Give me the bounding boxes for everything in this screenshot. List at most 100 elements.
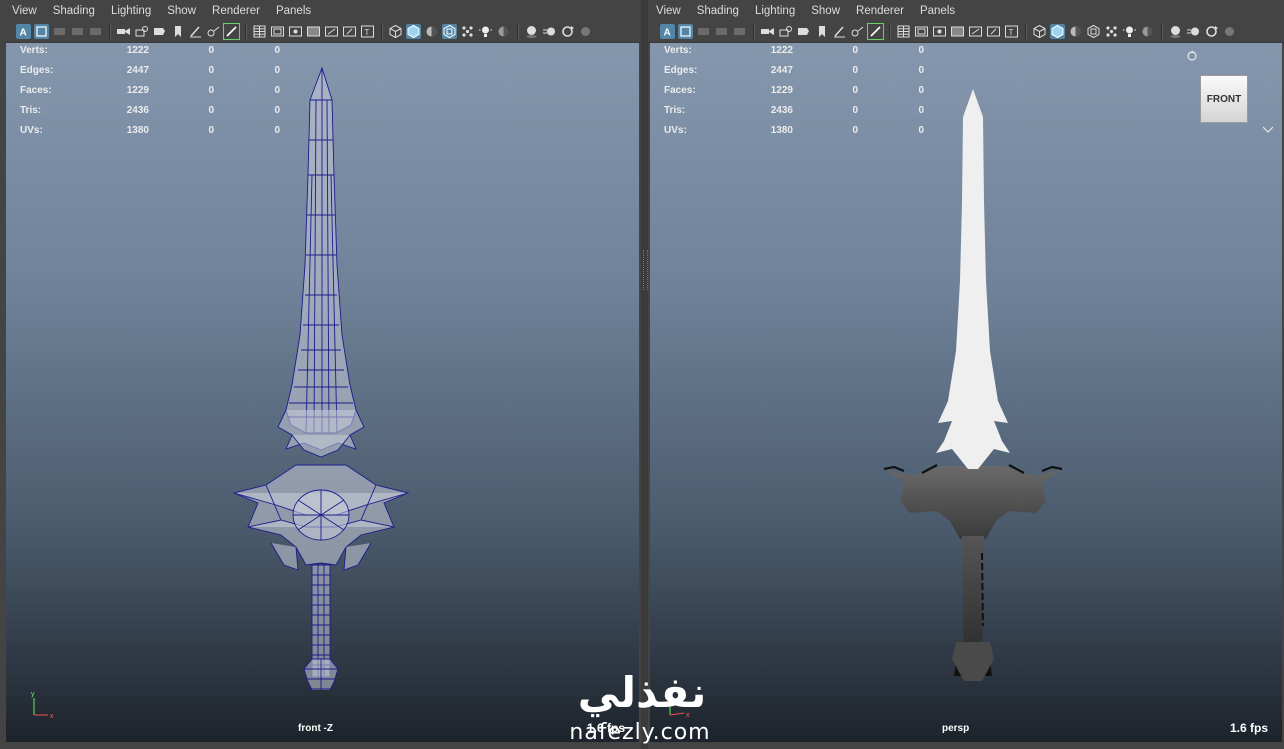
menu-panels[interactable]: Panels — [912, 2, 963, 21]
paint-effects-icon[interactable] — [867, 23, 884, 40]
depth-of-field-icon[interactable] — [578, 24, 593, 39]
viewport-persp[interactable]: Verts: 1222 0 0 Edges: 2447 0 0 Faces: 1… — [650, 43, 1282, 742]
menu-lighting[interactable]: Lighting — [103, 2, 159, 21]
viewport-front[interactable]: Verts: 1222 0 0 Edges: 2447 0 0 Faces: 1… — [6, 43, 639, 742]
light-bulb-icon[interactable] — [478, 24, 493, 39]
viewcube-front[interactable]: FRONT — [1200, 75, 1248, 123]
ambient-occlusion-icon[interactable] — [524, 24, 539, 39]
hud-row-verts: Verts: 1222 0 0 — [664, 45, 924, 59]
depth-of-field-icon[interactable] — [1222, 24, 1237, 39]
field-chart-icon[interactable] — [324, 24, 339, 39]
fps-readout: 1.6 fps — [1229, 721, 1268, 735]
2d-pan-zoom-icon[interactable] — [88, 24, 103, 39]
lighting-icon[interactable] — [1068, 24, 1083, 39]
panel-menubar: View Shading Lighting Show Renderer Pane… — [648, 2, 1284, 21]
safe-title-icon[interactable]: T — [1004, 24, 1019, 39]
film-gate-icon[interactable] — [152, 24, 167, 39]
sword-wireframe-model[interactable] — [226, 65, 416, 690]
camera-icon[interactable] — [116, 24, 131, 39]
select-camera-icon[interactable]: A — [660, 24, 675, 39]
camera-attributes-icon[interactable] — [34, 24, 49, 39]
panel-menubar: View Shading Lighting Show Renderer Pane… — [4, 2, 641, 21]
hud-value: 0 — [918, 45, 924, 56]
wireframe-icon[interactable] — [388, 24, 403, 39]
paint-effects-icon[interactable] — [223, 23, 240, 40]
select-camera-icon[interactable]: A — [16, 24, 31, 39]
film-gate-icon[interactable] — [796, 24, 811, 39]
2d-pan-zoom-icon[interactable] — [732, 24, 747, 39]
wireframe-icon[interactable] — [1032, 24, 1047, 39]
svg-text:x: x — [50, 713, 54, 720]
gate-mask-icon[interactable] — [950, 24, 965, 39]
sword-shaded-model[interactable] — [882, 81, 1064, 681]
hud-value: 2447 — [770, 65, 793, 76]
safe-action-icon[interactable] — [986, 24, 1001, 39]
menu-view[interactable]: View — [648, 2, 689, 21]
bookmark-flag-icon[interactable] — [170, 24, 185, 39]
watermark-url: nafezly.com — [569, 720, 711, 745]
gate-mask-icon[interactable] — [306, 24, 321, 39]
motion-blur-icon[interactable] — [1186, 24, 1201, 39]
grease-pencil-icon[interactable] — [832, 24, 847, 39]
xray-icon[interactable] — [460, 24, 475, 39]
panel-toolbar: A T — [4, 21, 641, 43]
anti-aliasing-icon[interactable] — [1204, 24, 1219, 39]
anti-aliasing-icon[interactable] — [560, 24, 575, 39]
resolution-gate-icon[interactable] — [288, 24, 303, 39]
smooth-shade-icon[interactable] — [1050, 24, 1065, 39]
film-gate-toggle-icon[interactable] — [270, 24, 285, 39]
menu-view[interactable]: View — [4, 2, 45, 21]
snap-icon[interactable] — [206, 24, 221, 39]
svg-text:y: y — [31, 691, 35, 698]
snap-icon[interactable] — [850, 24, 865, 39]
bookmark-flag-icon[interactable] — [814, 24, 829, 39]
lighting-icon[interactable] — [424, 24, 439, 39]
camera-attributes-icon[interactable] — [678, 24, 693, 39]
camera-icon[interactable] — [760, 24, 775, 39]
grid-icon[interactable] — [252, 24, 267, 39]
menu-show[interactable]: Show — [803, 2, 848, 21]
menu-renderer[interactable]: Renderer — [204, 2, 268, 21]
grid-icon[interactable] — [896, 24, 911, 39]
field-chart-icon[interactable] — [968, 24, 983, 39]
bookmark-icon[interactable] — [696, 24, 711, 39]
ambient-occlusion-icon[interactable] — [1168, 24, 1183, 39]
image-plane-icon[interactable] — [714, 24, 729, 39]
film-gate-toggle-icon[interactable] — [914, 24, 929, 39]
hud-label: UVs: — [664, 125, 687, 136]
viewcube-home-icon[interactable] — [1186, 50, 1198, 62]
hud-label: Tris: — [20, 105, 42, 116]
wireframe-on-shaded-icon[interactable] — [1086, 24, 1101, 39]
hud-value: 2447 — [126, 65, 149, 76]
hud-label: Edges: — [20, 65, 54, 76]
shadows-icon[interactable] — [496, 24, 511, 39]
menu-shading[interactable]: Shading — [45, 2, 103, 21]
wireframe-on-shaded-icon[interactable] — [442, 24, 457, 39]
motion-blur-icon[interactable] — [542, 24, 557, 39]
menu-show[interactable]: Show — [159, 2, 204, 21]
hud-label: Edges: — [664, 65, 698, 76]
safe-title-icon[interactable]: T — [360, 24, 375, 39]
lock-camera-icon[interactable] — [778, 24, 793, 39]
shadows-icon[interactable] — [1140, 24, 1155, 39]
panel-splitter[interactable] — [641, 0, 648, 749]
hud-value: 0 — [274, 45, 280, 56]
camera-name-label: front -Z — [298, 723, 333, 734]
menu-panels[interactable]: Panels — [268, 2, 319, 21]
image-plane-icon[interactable] — [70, 24, 85, 39]
menu-shading[interactable]: Shading — [689, 2, 747, 21]
axis-gizmo-icon: y x — [31, 691, 54, 720]
light-bulb-icon[interactable] — [1122, 24, 1137, 39]
lock-camera-icon[interactable] — [134, 24, 149, 39]
grease-pencil-icon[interactable] — [188, 24, 203, 39]
smooth-shade-icon[interactable] — [406, 24, 421, 39]
menu-lighting[interactable]: Lighting — [747, 2, 803, 21]
menu-renderer[interactable]: Renderer — [848, 2, 912, 21]
safe-action-icon[interactable] — [342, 24, 357, 39]
hud-value: 1380 — [770, 125, 793, 136]
viewcube-menu-chevron-icon[interactable] — [1262, 125, 1274, 135]
resolution-gate-icon[interactable] — [932, 24, 947, 39]
bookmark-icon[interactable] — [52, 24, 67, 39]
xray-icon[interactable] — [1104, 24, 1119, 39]
hud-value: 0 — [208, 65, 214, 76]
